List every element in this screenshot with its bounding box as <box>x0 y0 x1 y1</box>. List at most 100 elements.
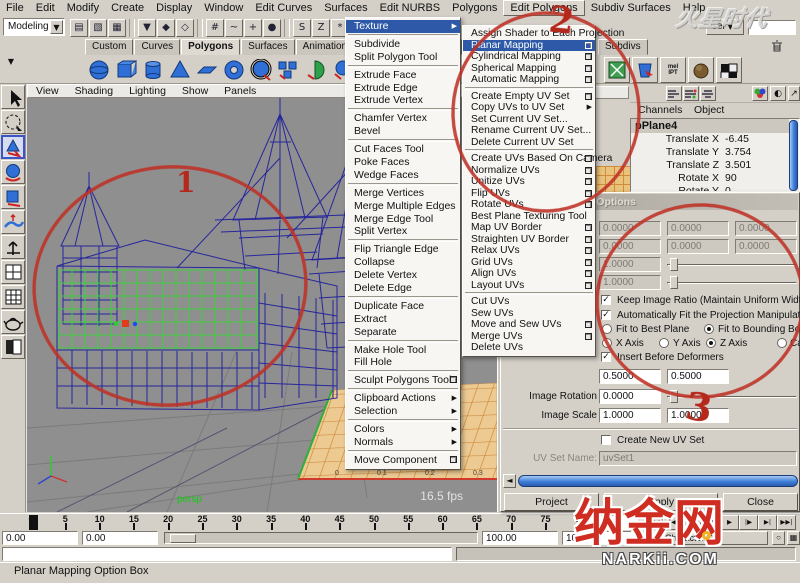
snap-curve-icon[interactable]: ~ <box>225 19 243 37</box>
timeline-tick[interactable] <box>31 523 33 530</box>
menu-item-texture[interactable]: Texture▶ <box>346 20 460 33</box>
keep-image-ratio-checkbox[interactable]: ✓ <box>601 295 611 305</box>
menu-item-normals[interactable]: Normals▶ <box>346 436 460 449</box>
select-object-icon[interactable]: ◆ <box>157 19 175 37</box>
timeline-tick[interactable] <box>339 523 341 530</box>
contrast-icon[interactable]: ◐ <box>770 86 786 101</box>
menu-polygons[interactable]: Polygons <box>446 1 503 17</box>
render-icon[interactable]: Z <box>312 19 330 37</box>
command-input[interactable] <box>2 547 452 561</box>
timeline-tick[interactable] <box>545 523 547 530</box>
image-scale-u-field[interactable]: 1.0000 <box>599 408 661 423</box>
step-back-key-icon[interactable]: |◀ <box>663 515 682 530</box>
submenu-item-assign-shader-to-each-projection[interactable]: Assign Shader to Each Projection <box>463 28 595 40</box>
play-forward-icon[interactable]: ▶ <box>720 515 739 530</box>
submenu-item-merge-uvs[interactable]: Merge UVs <box>463 331 595 343</box>
menu-item-colors[interactable]: Colors▶ <box>346 423 460 436</box>
shelf-menu-button[interactable]: ▼ <box>3 56 19 80</box>
viewport-menu-view[interactable]: View <box>28 85 67 97</box>
option-box-icon[interactable] <box>585 155 592 162</box>
channel-object-name[interactable]: pPlane4 <box>631 119 789 133</box>
insert-before-deformers-checkbox[interactable]: ✓ <box>601 352 611 362</box>
timeline-tick[interactable] <box>374 523 376 530</box>
paint-select-icon[interactable] <box>604 57 630 83</box>
play-back-icon[interactable]: ◀ <box>701 515 720 530</box>
chevron-down-icon[interactable]: ▼ <box>50 20 63 34</box>
timeline-tick[interactable] <box>65 523 67 530</box>
menu-item-collapse[interactable]: Collapse <box>346 256 460 269</box>
projection-center-x-field[interactable]: 0.0000 <box>599 221 661 236</box>
color-wheel-icon[interactable] <box>752 86 768 101</box>
submenu-item-set-current-uv-set[interactable]: Set Current UV Set... <box>463 114 595 126</box>
option-box-icon[interactable] <box>450 456 457 463</box>
poly-torus-icon[interactable] <box>220 56 247 83</box>
menu-item-selection[interactable]: Selection▶ <box>346 405 460 418</box>
image-rotation-field[interactable]: 0.0000 <box>599 389 661 404</box>
channel-layout-icon-1[interactable] <box>666 86 682 101</box>
poly-half-icon[interactable] <box>301 56 328 83</box>
menu-item-bevel[interactable]: Bevel <box>346 125 460 138</box>
channel-row[interactable]: Translate Y3.754 <box>631 146 789 159</box>
timeline-tick[interactable] <box>168 523 170 530</box>
option-box-icon[interactable] <box>585 178 592 185</box>
snap-grid-icon[interactable]: # <box>206 19 224 37</box>
submenu-item-automatic-mapping[interactable]: Automatic Mapping <box>463 74 595 86</box>
pick-arrow-icon[interactable]: ↗ <box>788 86 800 101</box>
menu-item-extrude-vertex[interactable]: Extrude Vertex <box>346 94 460 107</box>
range-slider-thumb[interactable] <box>170 534 196 543</box>
timeline-tick[interactable] <box>305 523 307 530</box>
close-button[interactable]: Close <box>723 493 798 511</box>
timeline-tick[interactable] <box>579 523 581 530</box>
option-box-icon[interactable] <box>585 65 592 72</box>
submenu-item-planar-mapping[interactable]: Planar Mapping <box>463 40 595 52</box>
go-end-icon[interactable]: ▶▶| <box>777 515 796 530</box>
submenu-item-rename-current-uv-set[interactable]: Rename Current UV Set... <box>463 125 595 137</box>
timeline-tick[interactable] <box>271 523 273 530</box>
menu-edit[interactable]: Edit <box>30 1 61 17</box>
channel-box-scrollbar[interactable] <box>789 120 798 191</box>
character-set-dropdown[interactable]: No Character Set <box>646 531 768 545</box>
projection-center-y-field[interactable]: 0.0000 <box>667 221 729 236</box>
y-axis-radio[interactable] <box>659 338 669 348</box>
menu-item-make-hole-tool[interactable]: Make Hole Tool <box>346 344 460 357</box>
playback-end-field[interactable]: 100.00 <box>482 531 558 545</box>
menu-item-separate[interactable]: Separate <box>346 326 460 339</box>
selection-mask-dropdown[interactable]: sel ▼ <box>706 19 744 35</box>
option-box-icon[interactable] <box>585 236 592 243</box>
menu-item-extract[interactable]: Extract <box>346 313 460 326</box>
image-center-v-field[interactable]: 0.5000 <box>667 369 729 384</box>
mode-selector[interactable]: Modeling ▼ <box>3 18 65 36</box>
select-component-icon[interactable]: ◇ <box>176 19 194 37</box>
menu-item-fill-hole[interactable]: Fill Hole <box>346 356 460 369</box>
option-box-icon[interactable] <box>585 321 592 328</box>
menu-item-merge-vertices[interactable]: Merge Vertices <box>346 187 460 200</box>
image-rotation-slider[interactable] <box>667 390 797 403</box>
submenu-item-delete-current-uv-set[interactable]: Delete Current UV Set <box>463 137 595 149</box>
layout-four-icon[interactable] <box>1 285 25 309</box>
tab-subdivs[interactable]: Subdivs <box>598 39 648 55</box>
menu-window[interactable]: Window <box>198 1 249 17</box>
submenu-item-relax-uvs[interactable]: Relax UVs <box>463 245 595 257</box>
menu-modify[interactable]: Modify <box>61 1 105 17</box>
lasso-tool-icon[interactable] <box>1 110 25 134</box>
project-button[interactable]: Project <box>504 493 599 511</box>
projection-rotation-y-field[interactable]: 0.0000 <box>667 239 729 254</box>
option-box-icon[interactable] <box>585 190 592 197</box>
quick-select-input[interactable] <box>748 20 796 35</box>
poly-cone-icon[interactable] <box>166 56 193 83</box>
uv-set-name-field[interactable]: uvSet1 <box>599 451 797 466</box>
menu-edit-polygons[interactable]: Edit Polygons <box>503 0 584 16</box>
menu-help[interactable]: Help <box>677 1 712 17</box>
submenu-item-create-uvs-based-on-camera[interactable]: Create UVs Based On Camera <box>463 153 595 165</box>
option-box-icon[interactable] <box>585 93 592 100</box>
poly-uv-icon[interactable] <box>274 56 301 83</box>
menu-item-split-vertex[interactable]: Split Vertex <box>346 225 460 238</box>
viewport-menu-show[interactable]: Show <box>174 85 216 97</box>
submenu-item-best-plane-texturing-tool[interactable]: Best Plane Texturing Tool <box>463 211 595 223</box>
make-live-icon[interactable]: ● <box>263 19 281 37</box>
object-menu[interactable]: Object <box>694 103 724 118</box>
poly-cube-icon[interactable] <box>112 56 139 83</box>
menu-item-duplicate-face[interactable]: Duplicate Face <box>346 300 460 313</box>
layout-split-icon[interactable] <box>1 335 25 359</box>
submenu-item-rotate-uvs[interactable]: Rotate UVs <box>463 199 595 211</box>
